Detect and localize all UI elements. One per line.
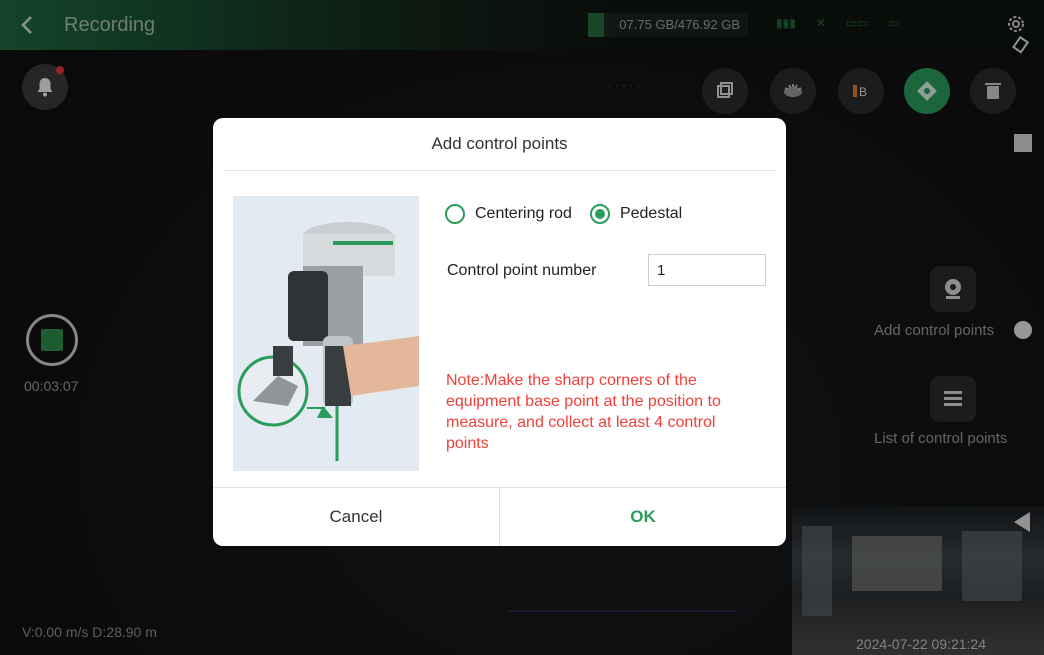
device-illustration bbox=[233, 196, 419, 471]
mount-type-radio-group: Centering rod Pedestal bbox=[445, 204, 700, 224]
dialog-buttons: Cancel OK bbox=[213, 487, 786, 546]
scanner-illustration bbox=[233, 196, 419, 471]
ok-button[interactable]: OK bbox=[500, 488, 786, 546]
add-control-points-dialog: Add control points Centering rod Pedesta… bbox=[213, 118, 786, 546]
radio-pedestal[interactable]: Pedestal bbox=[589, 204, 683, 224]
control-point-number-input[interactable] bbox=[648, 254, 766, 286]
dialog-title: Add control points bbox=[431, 134, 568, 153]
control-point-number-label: Control point number bbox=[447, 262, 597, 279]
warning-note: Note:Make the sharp corners of the equip… bbox=[446, 372, 721, 452]
radio-ring bbox=[445, 204, 465, 224]
radio-label: Pedestal bbox=[619, 205, 683, 222]
radio-label: Centering rod bbox=[475, 205, 572, 222]
cancel-button[interactable]: Cancel bbox=[213, 488, 500, 546]
divider bbox=[223, 170, 776, 171]
radio-ring-selected bbox=[589, 204, 610, 224]
radio-centering-rod[interactable]: Centering rod bbox=[445, 204, 572, 224]
